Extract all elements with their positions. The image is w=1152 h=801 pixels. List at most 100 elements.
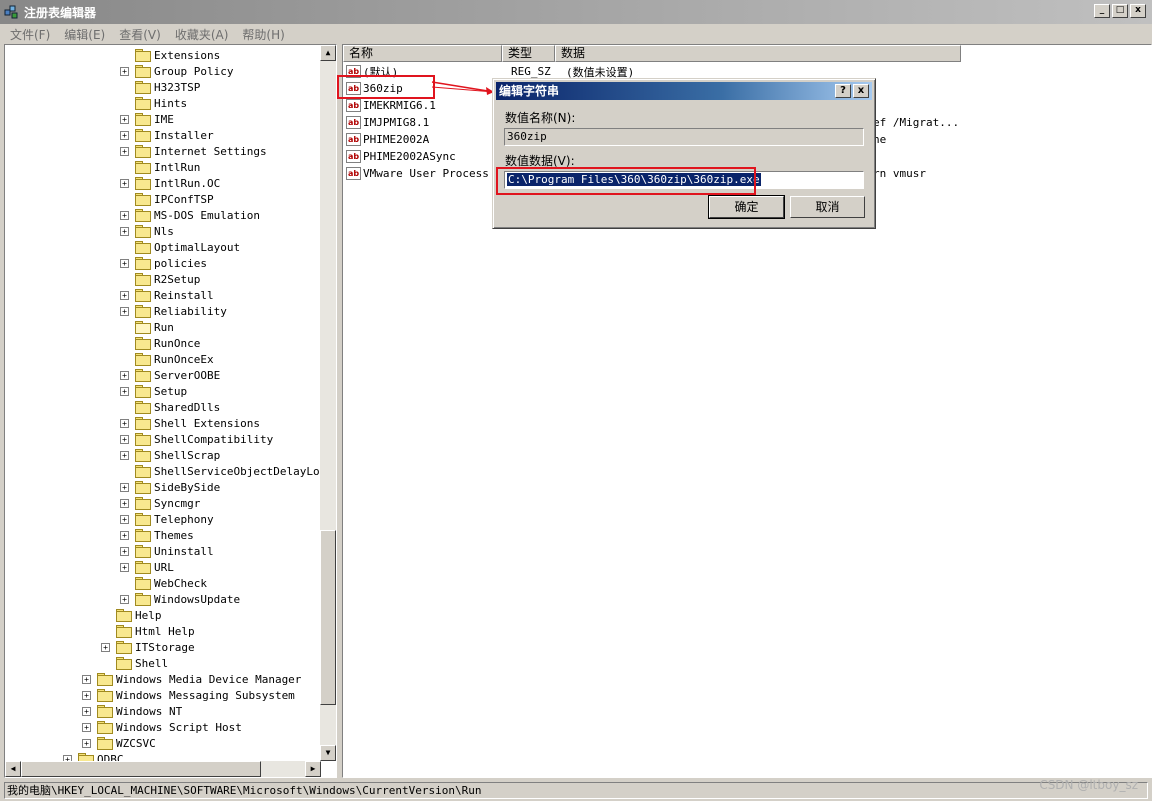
- cancel-button[interactable]: 取消: [790, 196, 865, 218]
- expand-plus-icon[interactable]: +: [120, 594, 129, 604]
- tree-item-hints[interactable]: Hints: [120, 95, 187, 111]
- column-type[interactable]: 类型: [502, 45, 555, 62]
- tree-item-internet-settings[interactable]: + Internet Settings: [120, 143, 267, 159]
- tree-item-nls[interactable]: + Nls: [120, 223, 174, 239]
- tree-item-syncmgr[interactable]: + Syncmgr: [120, 495, 200, 511]
- expand-plus-icon[interactable]: +: [101, 642, 110, 652]
- tree-item-telephony[interactable]: + Telephony: [120, 511, 214, 527]
- expand-plus-icon[interactable]: +: [120, 226, 129, 236]
- expand-plus-icon[interactable]: +: [120, 258, 129, 268]
- tree-item-shell-extensions[interactable]: + Shell Extensions: [120, 415, 260, 431]
- tree-item-intlrun-oc[interactable]: + IntlRun.OC: [120, 175, 220, 191]
- title-bar: 注册表编辑器 _ □ x: [0, 0, 1152, 24]
- tree-item-shell[interactable]: Shell: [101, 655, 168, 671]
- expand-plus-icon[interactable]: +: [120, 386, 129, 396]
- tree-item-windows-nt[interactable]: + Windows NT: [82, 703, 182, 719]
- expand-plus-icon[interactable]: +: [120, 210, 129, 220]
- expand-plus-icon[interactable]: +: [120, 482, 129, 492]
- expand-plus-icon[interactable]: +: [82, 706, 91, 716]
- expand-plus-icon[interactable]: +: [120, 434, 129, 444]
- tree-horizontal-scrollbar[interactable]: ◀ ▶: [5, 761, 321, 777]
- expand-plus-icon[interactable]: +: [120, 498, 129, 508]
- tree-item-shareddlls[interactable]: SharedDlls: [120, 399, 220, 415]
- tree-item-shellserviceobjectdelayload[interactable]: ShellServiceObjectDelayLoad: [120, 463, 321, 479]
- tree-item-runonce[interactable]: RunOnce: [120, 335, 200, 351]
- tree-item-sidebyside[interactable]: + SideBySide: [120, 479, 220, 495]
- expand-plus-icon[interactable]: +: [120, 562, 129, 572]
- expand-plus-icon[interactable]: +: [120, 178, 129, 188]
- tree-item-policies[interactable]: + policies: [120, 255, 207, 271]
- dialog-help-button[interactable]: ?: [835, 84, 851, 98]
- tree-vertical-scrollbar[interactable]: ▲ ▼: [320, 45, 336, 761]
- expand-plus-icon[interactable]: +: [120, 146, 129, 156]
- tree-item-odbc[interactable]: + ODBC: [63, 751, 124, 761]
- expand-plus-icon[interactable]: +: [82, 722, 91, 732]
- expand-plus-icon[interactable]: +: [120, 530, 129, 540]
- expand-plus-icon[interactable]: +: [120, 514, 129, 524]
- tree-item-h323tsp[interactable]: H323TSP: [120, 79, 200, 95]
- expand-plus-icon[interactable]: +: [82, 674, 91, 684]
- scroll-up-arrow-icon[interactable]: ▲: [320, 45, 336, 61]
- scroll-thumb[interactable]: [320, 530, 336, 705]
- scroll-right-arrow-icon[interactable]: ▶: [305, 761, 321, 777]
- tree-item-group-policy[interactable]: + Group Policy: [120, 63, 233, 79]
- close-button[interactable]: x: [1130, 4, 1146, 18]
- tree-item-wzcsvc[interactable]: + WZCSVC: [82, 735, 156, 751]
- tree-item-html-help[interactable]: Html Help: [101, 623, 195, 639]
- ok-button[interactable]: 确定: [708, 195, 785, 219]
- expand-plus-icon[interactable]: +: [120, 546, 129, 556]
- column-data[interactable]: 数据: [555, 45, 961, 62]
- tree-item-windowsupdate[interactable]: + WindowsUpdate: [120, 591, 240, 607]
- expand-plus-icon[interactable]: +: [120, 418, 129, 428]
- expand-plus-icon[interactable]: +: [120, 114, 129, 124]
- expand-plus-icon[interactable]: +: [82, 690, 91, 700]
- tree-item-shellscrap[interactable]: + ShellScrap: [120, 447, 220, 463]
- menu-edit[interactable]: 编辑(E): [58, 26, 113, 43]
- tree-item-help[interactable]: Help: [101, 607, 162, 623]
- expand-plus-icon[interactable]: +: [120, 306, 129, 316]
- tree-item-windows-media-device-manager[interactable]: + Windows Media Device Manager: [82, 671, 301, 687]
- tree-item-serveroobe[interactable]: + ServerOOBE: [120, 367, 220, 383]
- tree-item-windows-messaging-subsystem[interactable]: + Windows Messaging Subsystem: [82, 687, 295, 703]
- tree-item-r2setup[interactable]: R2Setup: [120, 271, 200, 287]
- scroll-left-arrow-icon[interactable]: ◀: [5, 761, 21, 777]
- folder-icon: [135, 81, 151, 94]
- tree-item-extensions[interactable]: Extensions: [120, 47, 220, 63]
- tree-item-run[interactable]: Run: [120, 319, 174, 335]
- expand-plus-icon[interactable]: +: [120, 450, 129, 460]
- menu-view[interactable]: 查看(V): [113, 26, 169, 43]
- tree-item-url[interactable]: + URL: [120, 559, 174, 575]
- menu-help[interactable]: 帮助(H): [236, 26, 292, 43]
- expand-plus-icon[interactable]: +: [120, 130, 129, 140]
- tree-item-webcheck[interactable]: WebCheck: [120, 575, 207, 591]
- expand-plus-icon[interactable]: +: [120, 370, 129, 380]
- maximize-button[interactable]: □: [1112, 4, 1128, 18]
- tree-item-shellcompatibility[interactable]: + ShellCompatibility: [120, 431, 273, 447]
- tree-item-installer[interactable]: + Installer: [120, 127, 214, 143]
- tree-item-reliability[interactable]: + Reliability: [120, 303, 227, 319]
- tree-item-intlrun[interactable]: IntlRun: [120, 159, 200, 175]
- tree-item-optimallayout[interactable]: OptimalLayout: [120, 239, 240, 255]
- tree-item-uninstall[interactable]: + Uninstall: [120, 543, 214, 559]
- expand-plus-icon[interactable]: +: [82, 738, 91, 748]
- scroll-down-arrow-icon[interactable]: ▼: [320, 745, 336, 761]
- tree-item-windows-script-host[interactable]: + Windows Script Host: [82, 719, 242, 735]
- tree-item-runonceex[interactable]: RunOnceEx: [120, 351, 214, 367]
- menu-favorites[interactable]: 收藏夹(A): [169, 26, 237, 43]
- hscroll-thumb[interactable]: [21, 761, 261, 777]
- tree-item-ime[interactable]: + IME: [120, 111, 174, 127]
- tree-item-ipconftsp[interactable]: IPConfTSP: [120, 191, 214, 207]
- expand-plus-icon[interactable]: +: [120, 66, 129, 76]
- expand-plus-icon[interactable]: +: [120, 290, 129, 300]
- tree-item-reinstall[interactable]: + Reinstall: [120, 287, 214, 303]
- dialog-close-button[interactable]: x: [853, 84, 869, 98]
- minimize-button[interactable]: _: [1094, 4, 1110, 18]
- tree-item-itstorage[interactable]: + ITStorage: [101, 639, 195, 655]
- tree-item-label: Internet Settings: [154, 144, 267, 158]
- tree-item-themes[interactable]: + Themes: [120, 527, 194, 543]
- tree-item-setup[interactable]: + Setup: [120, 383, 187, 399]
- menu-file[interactable]: 文件(F): [4, 26, 58, 43]
- column-name[interactable]: 名称: [343, 45, 502, 62]
- tree-item-ms-dos-emulation[interactable]: + MS-DOS Emulation: [120, 207, 260, 223]
